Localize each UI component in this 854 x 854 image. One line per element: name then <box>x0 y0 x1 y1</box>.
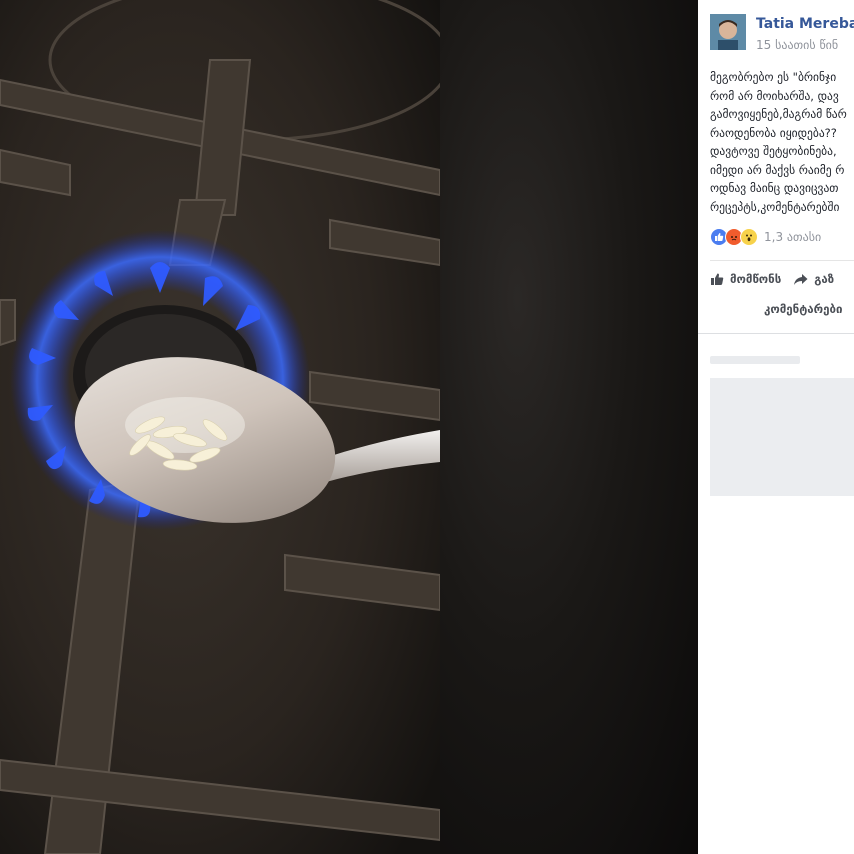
thumbs-up-icon <box>711 273 724 285</box>
post-actions: მომწონს გაზ <box>710 268 846 290</box>
photo-viewer <box>0 0 698 854</box>
post-text-line: მეგობრებო ეს "ბრინჯი <box>710 70 837 84</box>
share-button[interactable]: გაზ <box>793 272 834 286</box>
post-text-line: დავტოვე შეტყობინება, <box>710 144 837 158</box>
comments-link[interactable]: კომენტარები <box>764 302 842 316</box>
loading-placeholder-line <box>710 356 800 364</box>
post-author-name[interactable]: Tatia Merebas <box>756 16 854 32</box>
share-label: გაზ <box>814 272 835 286</box>
like-label: მომწონს <box>730 272 782 286</box>
viewer-backdrop <box>440 0 698 854</box>
post-text-line: რეცეპტს,კომენტარებში <box>710 199 840 214</box>
post-timestamp[interactable]: 15 საათის წინ <box>756 38 838 52</box>
post-text-line: გამოვიყენებ,მაგრამ წარ <box>710 107 847 121</box>
video-frame[interactable] <box>0 0 440 854</box>
divider <box>698 333 854 334</box>
reaction-count[interactable]: 1,3 ათასი <box>764 230 821 244</box>
share-arrow-icon <box>794 273 808 285</box>
wow-icon <box>740 228 758 246</box>
stove-burner-image <box>0 0 440 854</box>
reaction-summary[interactable]: 1,3 ათასი <box>710 227 821 247</box>
like-button[interactable]: მომწონს <box>710 272 781 286</box>
post-text-line: ოდნავ მაინც დავიცვათ <box>710 181 839 195</box>
avatar-image <box>710 14 746 50</box>
post-text-line: რაოდენობა იყიდება?? <box>710 125 837 140</box>
avatar[interactable] <box>710 14 746 50</box>
divider <box>710 260 854 261</box>
post-text-line: რომ არ მოიხარშა, დავ <box>710 88 839 103</box>
post-side-panel: Tatia Merebas 15 საათის წინ მეგობრებო ეს… <box>698 0 854 854</box>
post-text-line: იმედი არ მაქვს რაიმე რ <box>710 162 845 177</box>
loading-placeholder-box <box>710 378 854 496</box>
post-text: მეგობრებო ეს "ბრინჯი რომ არ მოიხარშა, და… <box>710 68 854 216</box>
